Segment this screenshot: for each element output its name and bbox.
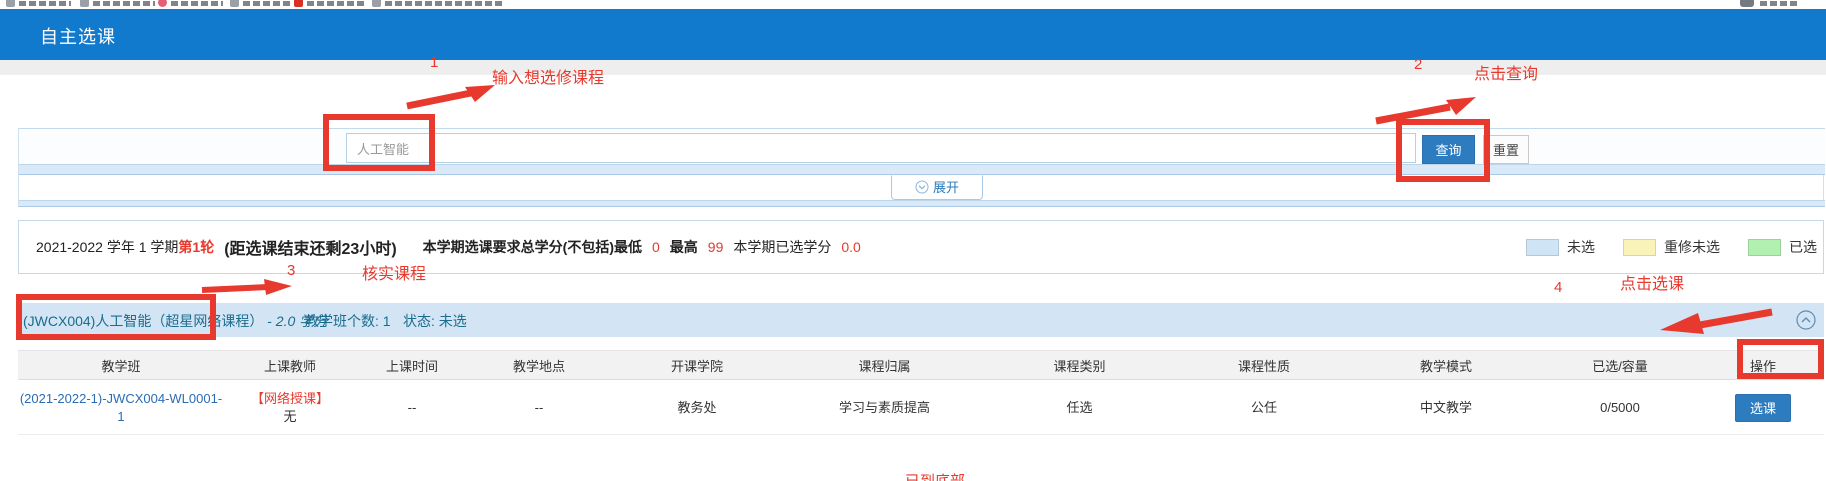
panel-footer-strip: [19, 164, 1825, 175]
course-status: 状态: 未选: [403, 311, 467, 331]
legend-swatch-unselected: [1526, 239, 1559, 256]
favicon-dot-icon: [158, 0, 167, 7]
max-credit-label: 最高: [670, 237, 698, 257]
col-header: 课程归属: [784, 351, 985, 379]
course-search-input[interactable]: [346, 133, 1416, 163]
teaching-mode-tag: 【网络授课】: [251, 390, 329, 408]
search-panel: 查询 重置: [19, 128, 1825, 164]
deadline-countdown: (距选课结束还剩23小时): [224, 235, 396, 259]
class-table-header: 教学班 上课教师 上课时间 教学地点 开课学院 课程归属 课程类别 课程性质 教…: [18, 350, 1824, 380]
course-selection-page: 自主选课 查询 重置 展开 2021-2022 学年 1 学期 第1轮 (距选课…: [0, 0, 1826, 481]
college-cell: 教务处: [610, 381, 784, 434]
course-title: (JWCX004)人工智能（超星网络课程） - 2.0 学分: [23, 311, 327, 331]
bookmark-label-clipped: [307, 1, 365, 6]
legend-label-unselected: 未选: [1567, 237, 1595, 257]
bookmark-label-clipped: [385, 1, 503, 6]
legend-swatch-selected: [1748, 239, 1781, 256]
legend-swatch-retake: [1623, 239, 1656, 256]
class-table-row: (2021-2022-1)-JWCX004-WL0001-1 【网络授课】 无 …: [18, 381, 1824, 435]
col-header: 教学班: [18, 351, 224, 379]
semester-term: 2021-2022 学年 1 学期: [36, 237, 178, 257]
credit-requirement-label: 本学期选课要求总学分(不包括)最低: [423, 237, 642, 257]
course-class-count: 教学班个数: 1: [305, 311, 391, 331]
page-header: 自主选课: [0, 9, 1826, 60]
selected-credit-value: 0.0: [841, 239, 860, 255]
legend-label-retake: 重修未选: [1664, 237, 1720, 257]
semester-round: 第1轮: [178, 237, 214, 257]
annotation-arrow-1: [405, 83, 497, 109]
header-divider-strip: [0, 60, 1826, 75]
browser-bookmarks-bar[interactable]: [0, 0, 1826, 9]
col-header: 上课时间: [356, 351, 468, 379]
class-time-cell: --: [356, 381, 468, 434]
annotation-arrow-3: [200, 279, 294, 297]
query-button[interactable]: 查询: [1422, 135, 1475, 164]
course-header-bar[interactable]: (JWCX004)人工智能（超星网络课程） - 2.0 学分 教学班个数: 1 …: [18, 303, 1824, 337]
selected-credit-label: 本学期已选学分: [733, 237, 831, 257]
col-header: 开课学院: [610, 351, 784, 379]
reset-button[interactable]: 重置: [1483, 135, 1529, 164]
expand-toggle-tab[interactable]: 展开: [891, 175, 983, 200]
teacher-cell: 【网络授课】 无: [224, 381, 356, 434]
favicon-icon: [80, 0, 89, 7]
semester-info-panel: 2021-2022 学年 1 学期 第1轮 (距选课结束还剩23小时) 本学期选…: [18, 220, 1824, 274]
page-title: 自主选课: [40, 23, 116, 49]
semester-info-line: 2021-2022 学年 1 学期 第1轮 (距选课结束还剩23小时) 本学期选…: [36, 221, 861, 273]
col-header: 已选/容量: [1538, 351, 1702, 379]
chevron-down-circle-icon: [915, 180, 929, 194]
bookmark-label-clipped: [1760, 1, 1800, 6]
favicon-icon: [372, 0, 381, 7]
annotation-arrow-2: [1374, 94, 1478, 124]
search-section: 查询 重置 展开: [18, 128, 1824, 207]
favicon-icon: [230, 0, 239, 7]
annotation-step4-number: 4: [1554, 279, 1562, 296]
bookmark-label-clipped: [171, 1, 223, 6]
class-detail-link[interactable]: (2021-2022-1)-JWCX004-WL0001-1: [18, 390, 224, 426]
col-header: 教学地点: [468, 351, 610, 379]
capacity-cell: 0/5000: [1538, 381, 1702, 434]
col-header: 课程性质: [1174, 351, 1354, 379]
teaching-language-cell: 中文教学: [1354, 381, 1538, 434]
end-of-list-label: 已到底部: [905, 470, 965, 481]
status-legend: 未选 重修未选 已选: [1526, 221, 1817, 273]
col-header: 上课教师: [224, 351, 356, 379]
max-credit-value: 99: [708, 239, 724, 255]
panel-bottom-strip: [19, 200, 1825, 207]
favicon-red-icon: [294, 0, 303, 7]
collapse-chevron-up-icon[interactable]: [1796, 310, 1816, 330]
bookmark-label-clipped: [93, 1, 155, 6]
course-belong-cell: 学习与素质提高: [784, 381, 985, 434]
min-credit-value: 0: [652, 239, 660, 255]
course-category-cell: 任选: [985, 381, 1174, 434]
teacher-name: 无: [283, 408, 296, 426]
bookmark-label-clipped: [19, 1, 71, 6]
legend-label-selected: 已选: [1789, 237, 1817, 257]
expand-label: 展开: [933, 180, 959, 195]
class-place-cell: --: [468, 381, 610, 434]
folder-icon: [1740, 0, 1754, 7]
course-nature-cell: 公任: [1174, 381, 1354, 434]
col-header: 操作: [1702, 351, 1824, 379]
col-header: 教学模式: [1354, 351, 1538, 379]
favicon-icon: [6, 0, 15, 7]
bookmark-label-clipped: [243, 1, 293, 6]
col-header: 课程类别: [985, 351, 1174, 379]
select-course-button[interactable]: 选课: [1735, 394, 1791, 422]
